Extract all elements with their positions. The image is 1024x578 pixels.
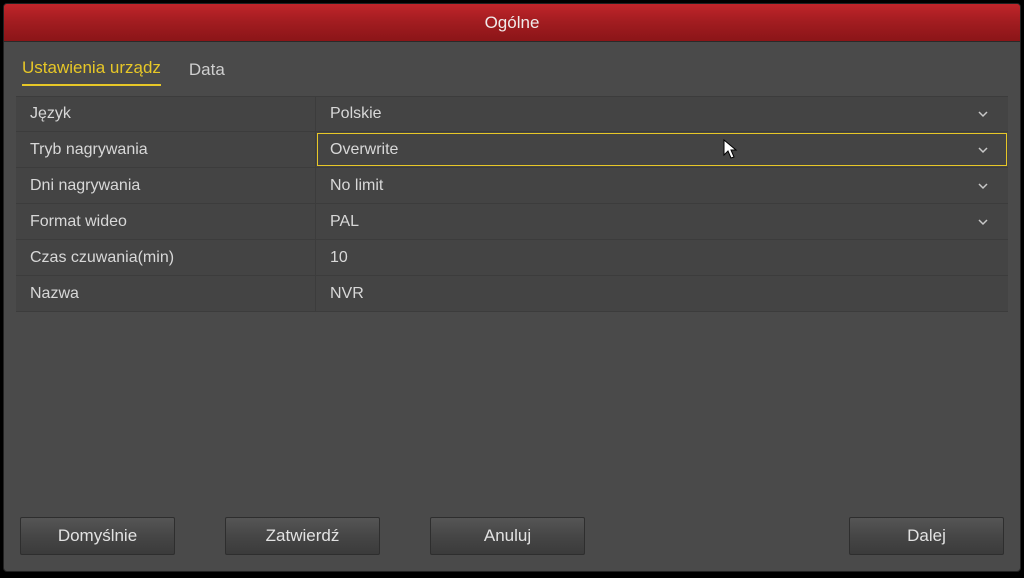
label-text: Język [30, 105, 71, 123]
tab-date[interactable]: Data [189, 60, 225, 86]
tab-device-settings[interactable]: Ustawienia urządz [22, 58, 161, 86]
label-text: Tryb nagrywania [30, 141, 148, 159]
button-label: Domyślnie [58, 526, 137, 546]
row-record-mode: Tryb nagrywania Overwrite [16, 132, 1008, 168]
select-record-days[interactable]: No limit [316, 168, 1008, 203]
settings-window: Ogólne Ustawienia urządz Data Język Pols… [3, 3, 1021, 572]
default-button[interactable]: Domyślnie [20, 517, 175, 555]
window-title: Ogólne [485, 13, 540, 33]
next-button[interactable]: Dalej [849, 517, 1004, 555]
select-value: PAL [330, 213, 359, 231]
cancel-button[interactable]: Anuluj [430, 517, 585, 555]
tab-label: Data [189, 60, 225, 79]
tab-label: Ustawienia urządz [22, 58, 161, 77]
label-name: Nazwa [16, 276, 316, 311]
row-record-days: Dni nagrywania No limit [16, 168, 1008, 204]
chevron-down-icon [976, 143, 990, 157]
label-text: Dni nagrywania [30, 177, 140, 195]
mouse-cursor-icon [723, 139, 739, 161]
label-text: Nazwa [30, 285, 79, 303]
label-text: Format wideo [30, 213, 127, 231]
select-value: Overwrite [330, 141, 398, 159]
button-label: Zatwierdź [266, 526, 340, 546]
label-record-days: Dni nagrywania [16, 168, 316, 203]
row-video-format: Format wideo PAL [16, 204, 1008, 240]
apply-button[interactable]: Zatwierdź [225, 517, 380, 555]
chevron-down-icon [976, 179, 990, 193]
select-video-format[interactable]: PAL [316, 204, 1008, 239]
row-language: Język Polskie [16, 96, 1008, 132]
row-name: Nazwa NVR [16, 276, 1008, 312]
select-record-mode[interactable]: Overwrite [316, 132, 1008, 167]
select-value: Polskie [330, 105, 382, 123]
input-name[interactable]: NVR [316, 276, 1008, 311]
input-standby-time[interactable]: 10 [316, 240, 1008, 275]
tabs: Ustawienia urządz Data [16, 54, 1008, 86]
row-standby-time: Czas czuwania(min) 10 [16, 240, 1008, 276]
button-label: Dalej [907, 526, 946, 546]
label-text: Czas czuwania(min) [30, 249, 174, 267]
form: Język Polskie Tryb nagrywania Overwrite [16, 96, 1008, 517]
chevron-down-icon [976, 107, 990, 121]
chevron-down-icon [976, 215, 990, 229]
label-standby-time: Czas czuwania(min) [16, 240, 316, 275]
titlebar: Ogólne [4, 4, 1020, 42]
footer: Domyślnie Zatwierdź Anuluj Dalej [16, 517, 1008, 557]
label-language: Język [16, 97, 316, 131]
button-label: Anuluj [484, 526, 531, 546]
content-area: Ustawienia urządz Data Język Polskie [4, 42, 1020, 571]
label-record-mode: Tryb nagrywania [16, 132, 316, 167]
select-value: No limit [330, 177, 383, 195]
label-video-format: Format wideo [16, 204, 316, 239]
input-value: NVR [330, 285, 364, 303]
input-value: 10 [330, 249, 348, 267]
select-language[interactable]: Polskie [316, 97, 1008, 131]
spacer [635, 517, 799, 555]
